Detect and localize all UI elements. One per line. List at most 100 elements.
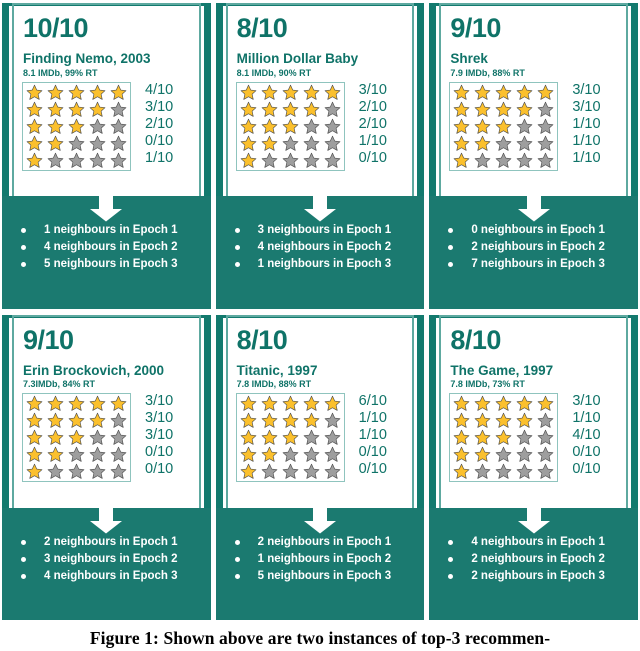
rating-fraction: 2/10 bbox=[358, 115, 387, 132]
star-filled-icon bbox=[475, 135, 491, 151]
star-filled-icon bbox=[47, 395, 64, 411]
star-filled-icon bbox=[240, 446, 256, 462]
star-empty-icon bbox=[89, 446, 106, 462]
star-row bbox=[238, 463, 343, 480]
star-filled-icon bbox=[26, 446, 43, 462]
star-row bbox=[238, 135, 343, 152]
rating-fraction-list: 3/10 3/10 1/10 1/10 1/10 bbox=[572, 82, 600, 167]
rating-fraction: 1/10 bbox=[572, 132, 601, 149]
star-filled-icon bbox=[240, 412, 256, 428]
rating-fraction: 0/10 bbox=[145, 132, 174, 149]
rating-fraction: 3/10 bbox=[572, 393, 601, 409]
neighbour-list: 2 neighbours in Epoch 11 neighbours in E… bbox=[216, 534, 425, 585]
star-row bbox=[451, 101, 556, 118]
star-filled-icon bbox=[475, 84, 491, 100]
star-filled-icon bbox=[240, 101, 256, 117]
star-filled-icon bbox=[89, 84, 106, 100]
ratings-row: 3/10 1/10 4/10 0/10 0/10 bbox=[449, 393, 631, 482]
star-grid bbox=[449, 393, 559, 482]
star-filled-icon bbox=[68, 84, 85, 100]
movie-score: 9/10 bbox=[450, 13, 501, 43]
rating-fraction: 1/10 bbox=[572, 149, 601, 166]
movie-ratings-meta: 8.1 IMDb, 99% RT bbox=[23, 67, 98, 78]
star-empty-icon bbox=[538, 412, 554, 428]
down-arrow-icon bbox=[90, 196, 123, 222]
star-empty-icon bbox=[324, 446, 340, 462]
star-empty-icon bbox=[324, 135, 340, 151]
star-filled-icon bbox=[261, 118, 277, 134]
movie-score: 9/10 bbox=[23, 324, 74, 355]
star-filled-icon bbox=[324, 395, 340, 411]
star-filled-icon bbox=[496, 412, 512, 428]
star-filled-icon bbox=[303, 84, 319, 100]
rating-fraction: 1/10 bbox=[358, 132, 387, 149]
rating-fraction: 4/10 bbox=[145, 81, 174, 98]
movie-card: 9/10 Erin Brockovich, 2000 7.3IMDb, 84% RT… bbox=[2, 314, 211, 620]
star-filled-icon bbox=[475, 412, 491, 428]
star-filled-icon bbox=[475, 101, 491, 117]
star-filled-icon bbox=[26, 395, 43, 411]
neighbour-list-item: 1 neighbours in Epoch 2 bbox=[230, 551, 425, 568]
star-filled-icon bbox=[496, 84, 512, 100]
movie-card-grid: 10/10 Finding Nemo, 2003 8.1 IMDb, 99% RT 4… bbox=[0, 0, 640, 620]
star-empty-icon bbox=[89, 152, 106, 168]
star-empty-icon bbox=[303, 152, 319, 168]
star-filled-icon bbox=[496, 101, 512, 117]
rating-fraction-list: 4/10 3/10 2/10 0/10 1/10 bbox=[145, 82, 173, 167]
star-filled-icon bbox=[47, 84, 64, 100]
movie-title: The Game, 1997 bbox=[450, 362, 554, 378]
star-empty-icon bbox=[324, 412, 340, 428]
star-empty-icon bbox=[517, 118, 533, 134]
star-row bbox=[24, 101, 129, 118]
star-filled-icon bbox=[303, 395, 319, 411]
star-filled-icon bbox=[240, 118, 256, 134]
epoch-neighbours-panel: 1 neighbours in Epoch 14 neighbours in E… bbox=[2, 196, 211, 309]
star-row bbox=[24, 412, 129, 429]
star-filled-icon bbox=[517, 84, 533, 100]
star-filled-icon bbox=[496, 429, 512, 445]
star-row bbox=[238, 412, 343, 429]
star-filled-icon bbox=[475, 429, 491, 445]
rating-fraction: 0/10 bbox=[572, 444, 601, 460]
movie-title: Million Dollar Baby bbox=[236, 51, 359, 66]
rating-fraction: 6/10 bbox=[358, 393, 387, 409]
star-grid bbox=[449, 81, 559, 171]
star-empty-icon bbox=[261, 152, 277, 168]
movie-title: Titanic, 1997 bbox=[236, 362, 318, 378]
rating-fraction: 0/10 bbox=[358, 461, 387, 477]
neighbour-list: 1 neighbours in Epoch 14 neighbours in E… bbox=[2, 222, 211, 273]
star-row bbox=[238, 84, 343, 101]
star-filled-icon bbox=[454, 412, 470, 428]
star-filled-icon bbox=[454, 395, 470, 411]
down-arrow-icon bbox=[90, 507, 123, 533]
star-empty-icon bbox=[110, 429, 127, 445]
star-filled-icon bbox=[68, 395, 85, 411]
star-empty-icon bbox=[68, 463, 85, 479]
movie-title: Finding Nemo, 2003 bbox=[23, 51, 151, 66]
star-empty-icon bbox=[47, 463, 64, 479]
movie-card-header: 8/10 Titanic, 1997 7.8 IMDb, 88% RT 6/10 1/1… bbox=[215, 314, 425, 508]
movie-score: 8/10 bbox=[236, 13, 288, 43]
movie-title: Shrek bbox=[450, 51, 488, 66]
star-empty-icon bbox=[282, 463, 298, 479]
star-filled-icon bbox=[282, 429, 298, 445]
rating-fraction: 0/10 bbox=[145, 444, 174, 460]
movie-card-header: 8/10 Million Dollar Baby 8.1 IMDb, 90% RT 3… bbox=[215, 3, 425, 196]
star-row bbox=[24, 429, 129, 446]
rating-fraction: 2/10 bbox=[145, 115, 174, 132]
star-grid bbox=[22, 393, 131, 482]
movie-ratings-meta: 7.8 IMDb, 88% RT bbox=[236, 379, 312, 389]
star-filled-icon bbox=[240, 135, 256, 151]
down-arrow-icon bbox=[517, 196, 550, 222]
star-row bbox=[451, 463, 556, 480]
star-empty-icon bbox=[324, 463, 340, 479]
star-empty-icon bbox=[517, 463, 533, 479]
star-filled-icon bbox=[475, 395, 491, 411]
star-filled-icon bbox=[47, 135, 64, 151]
star-empty-icon bbox=[110, 412, 127, 428]
star-empty-icon bbox=[538, 152, 554, 168]
ratings-row: 3/10 2/10 2/10 1/10 0/10 bbox=[235, 81, 418, 171]
star-empty-icon bbox=[110, 446, 127, 462]
neighbour-list-item: 4 neighbours in Epoch 2 bbox=[16, 239, 211, 256]
star-filled-icon bbox=[240, 84, 256, 100]
